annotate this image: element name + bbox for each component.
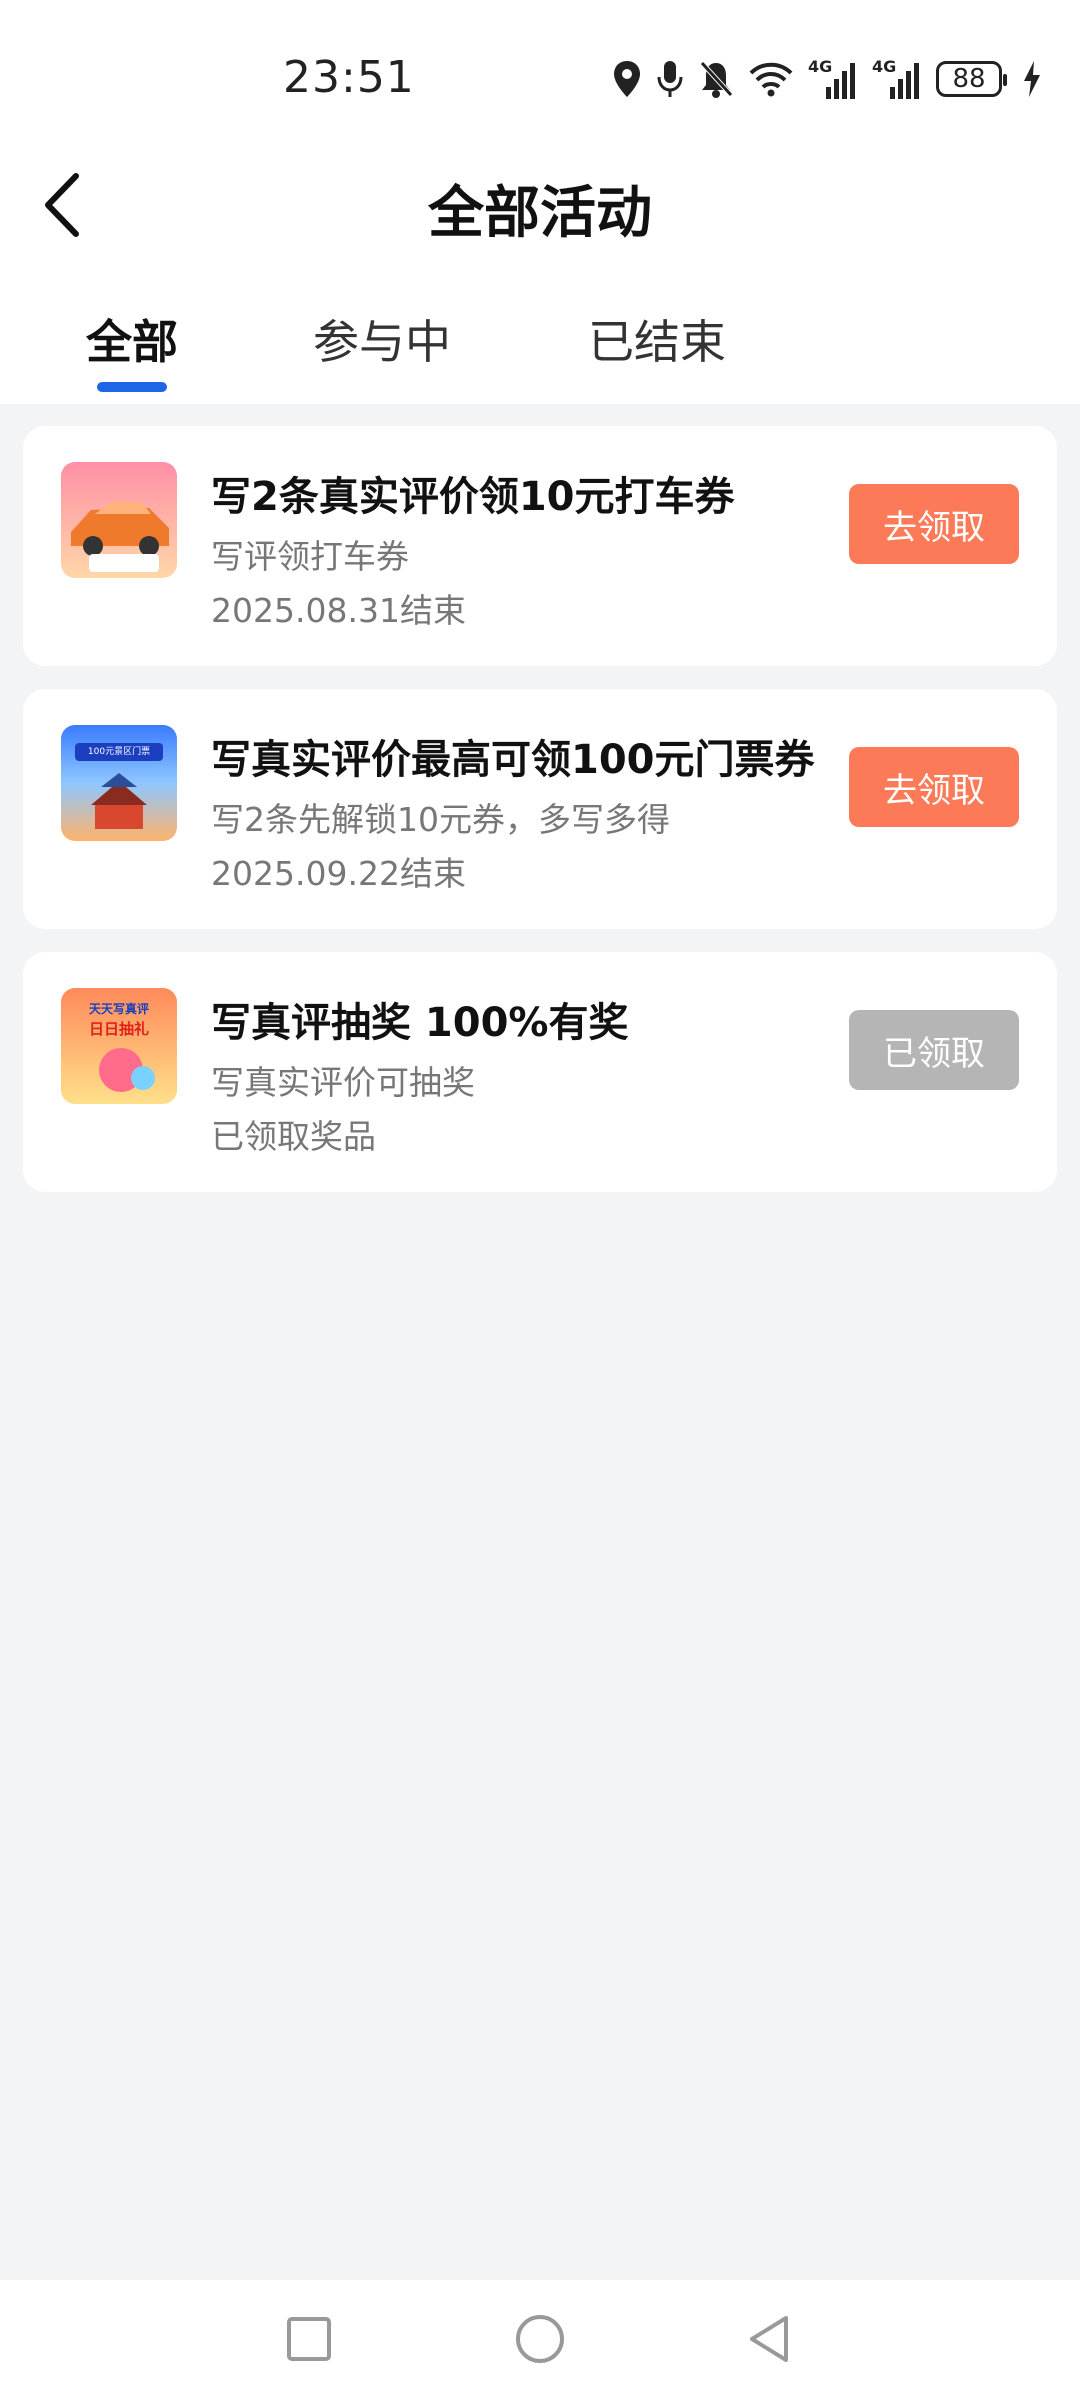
activity-thumbnail: 天天写真评 日日抽礼 bbox=[61, 988, 177, 1104]
tab-participating[interactable]: 参与中 bbox=[313, 306, 451, 372]
claimed-button[interactable]: 已领取 bbox=[849, 1010, 1019, 1090]
claim-button[interactable]: 去领取 bbox=[849, 747, 1019, 827]
status-icons: 4G 4G 88 bbox=[612, 54, 1042, 104]
activity-subtitle: 写评领打车券 bbox=[211, 537, 409, 576]
header: 全部活动 bbox=[0, 150, 1080, 260]
charging-icon bbox=[1024, 61, 1040, 97]
activity-status: 2025.09.22结束 bbox=[211, 854, 466, 893]
thumbnail-caption: 100元景区门票 bbox=[87, 747, 151, 757]
activity-title: 写真实评价最高可领100元门票券 bbox=[211, 737, 815, 783]
activity-title: 写真评抽奖 100%有奖 bbox=[211, 1000, 629, 1046]
activity-subtitle: 写真实评价可抽奖 bbox=[211, 1063, 475, 1102]
wifi-icon bbox=[749, 62, 793, 97]
activity-card[interactable]: 写2条真实评价领10元打车券 写评领打车券 2025.08.31结束 去领取 bbox=[23, 426, 1057, 666]
activity-card[interactable]: 100元景区门票 写真实评价最高可领100元门票券 写2条先解锁10元券，多写多… bbox=[23, 689, 1057, 929]
square-recents-icon bbox=[287, 2317, 331, 2361]
claim-button[interactable]: 去领取 bbox=[849, 484, 1019, 564]
activity-status: 已领取奖品 bbox=[211, 1117, 376, 1156]
activity-status: 2025.08.31结束 bbox=[211, 591, 466, 630]
status-bar: 23:51 4G 4G 88 bbox=[0, 0, 1080, 150]
activity-title: 写2条真实评价领10元打车券 bbox=[211, 474, 735, 520]
system-nav-bar bbox=[0, 2280, 1080, 2400]
active-tab-indicator bbox=[97, 382, 167, 392]
tab-bar: 全部 参与中 已结束 bbox=[0, 290, 1080, 404]
circle-home-icon bbox=[516, 2315, 564, 2363]
recents-button[interactable] bbox=[274, 2304, 344, 2374]
triangle-back-icon bbox=[750, 2316, 788, 2362]
thumbnail-caption: 日日抽礼 bbox=[88, 1020, 149, 1038]
signal-icon: 4G bbox=[872, 57, 922, 99]
signal-icon: 4G bbox=[808, 57, 858, 99]
activity-thumbnail: 100元景区门票 bbox=[61, 725, 177, 841]
back-nav-button[interactable] bbox=[734, 2304, 804, 2374]
home-button[interactable] bbox=[505, 2304, 575, 2374]
mic-icon bbox=[657, 61, 683, 97]
location-icon bbox=[614, 61, 640, 97]
activity-card[interactable]: 天天写真评 日日抽礼 写真评抽奖 100%有奖 写真实评价可抽奖 已领取奖品 已… bbox=[23, 952, 1057, 1192]
thumbnail-caption: 天天写真评 bbox=[88, 1002, 149, 1016]
activity-subtitle: 写2条先解锁10元券，多写多得 bbox=[211, 800, 670, 839]
activity-thumbnail bbox=[61, 462, 177, 578]
tab-ended[interactable]: 已结束 bbox=[588, 306, 726, 372]
bell-muted-icon bbox=[700, 61, 733, 98]
status-time: 23:51 bbox=[283, 52, 415, 103]
page-title: 全部活动 bbox=[428, 181, 652, 246]
tab-all[interactable]: 全部 bbox=[86, 306, 178, 372]
battery-icon: 88 bbox=[936, 61, 1007, 97]
